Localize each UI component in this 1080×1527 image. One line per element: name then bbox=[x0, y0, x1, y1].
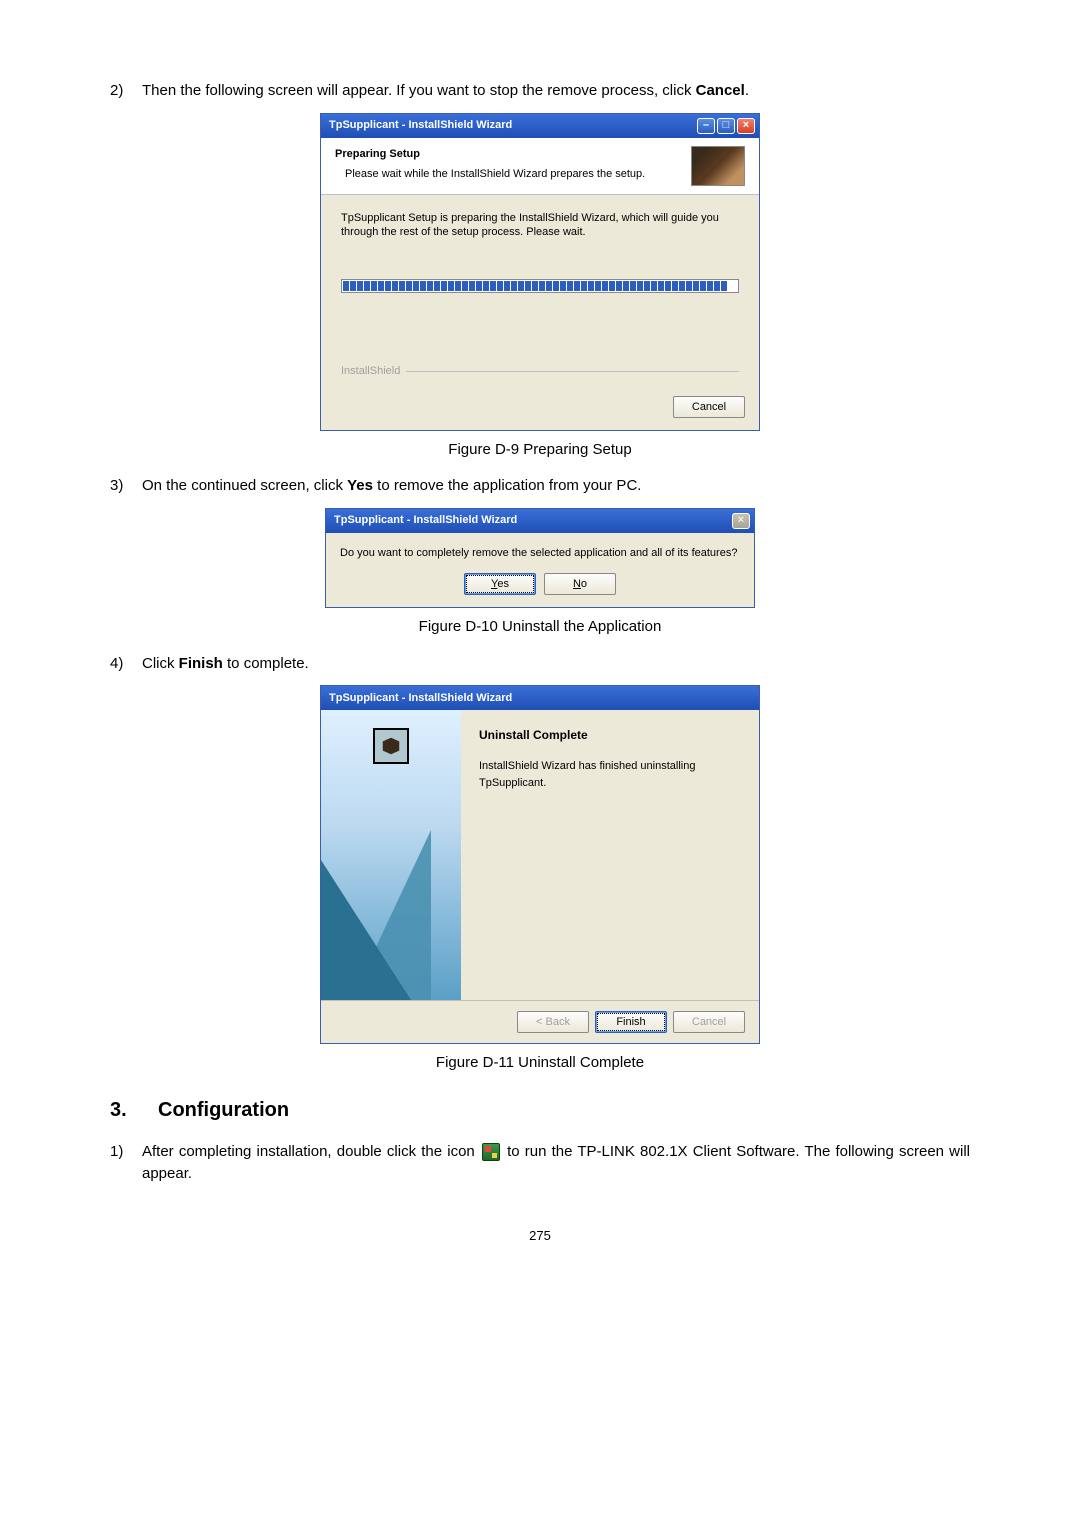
step-4-text: Click Finish to complete. bbox=[142, 653, 970, 676]
progress-bar bbox=[341, 279, 739, 293]
dlg1-titlebar: TpSupplicant - InstallShield Wizard – □ … bbox=[321, 114, 759, 138]
dlg2-title: TpSupplicant - InstallShield Wizard bbox=[334, 512, 517, 529]
dlg1-body-text: TpSupplicant Setup is preparing the Inst… bbox=[341, 211, 739, 240]
package-icon bbox=[373, 728, 409, 764]
step-3: 3) On the continued screen, click Yes to… bbox=[110, 475, 970, 498]
step-2-cancel-word: Cancel bbox=[696, 82, 745, 99]
step-3-text-a: On the continued screen, click bbox=[142, 477, 347, 494]
dialog-uninstall-complete: TpSupplicant - InstallShield Wizard Unin… bbox=[320, 685, 760, 1044]
dlg1-header: Preparing Setup Please wait while the In… bbox=[321, 138, 759, 195]
maximize-icon[interactable]: □ bbox=[717, 118, 735, 134]
divider bbox=[406, 371, 739, 372]
step-3-num: 3) bbox=[110, 475, 142, 498]
cfg-step-1-num: 1) bbox=[110, 1141, 142, 1186]
step-4: 4) Click Finish to complete. bbox=[110, 653, 970, 676]
cfg-step-1-text: After completing installation, double cl… bbox=[142, 1141, 970, 1186]
cfg-step-1: 1) After completing installation, double… bbox=[110, 1141, 970, 1186]
step-4-text-c: to complete. bbox=[223, 655, 309, 672]
page-number: 275 bbox=[110, 1226, 970, 1246]
tplink-client-icon bbox=[482, 1143, 500, 1161]
section-3-title: Configuration bbox=[158, 1099, 289, 1121]
cancel-button: Cancel bbox=[673, 1011, 745, 1033]
dlg1-window-buttons: – □ × bbox=[697, 118, 755, 134]
no-button[interactable]: No bbox=[544, 573, 616, 595]
dlg1-body: TpSupplicant Setup is preparing the Inst… bbox=[321, 195, 759, 388]
step-2-text: Then the following screen will appear. I… bbox=[142, 80, 970, 103]
step-4-num: 4) bbox=[110, 653, 142, 676]
step-4-finish-word: Finish bbox=[179, 655, 223, 672]
dlg1-footer: Cancel bbox=[321, 388, 759, 430]
figure-d9-caption: Figure D-9 Preparing Setup bbox=[110, 439, 970, 462]
dialog-confirm-remove: TpSupplicant - InstallShield Wizard × Do… bbox=[325, 508, 755, 609]
cfg-step-1-text-a: After completing installation, double cl… bbox=[142, 1143, 480, 1160]
dlg2-window-buttons: × bbox=[732, 513, 750, 529]
dlg3-titlebar: TpSupplicant - InstallShield Wizard bbox=[321, 686, 759, 710]
step-2-text-a: Then the following screen will appear. I… bbox=[142, 82, 696, 99]
step-3-text: On the continued screen, click Yes to re… bbox=[142, 475, 970, 498]
dlg1-brand: InstallShield bbox=[341, 363, 400, 380]
dlg3-side-graphic bbox=[321, 710, 461, 1000]
dlg1-heading: Preparing Setup bbox=[335, 146, 691, 163]
minimize-icon[interactable]: – bbox=[697, 118, 715, 134]
dlg2-question: Do you want to completely remove the sel… bbox=[326, 533, 754, 566]
dlg3-content: Uninstall Complete InstallShield Wizard … bbox=[461, 710, 759, 1000]
dlg2-buttons: Yes No bbox=[326, 565, 754, 607]
dlg3-body-text: InstallShield Wizard has finished uninst… bbox=[479, 758, 741, 791]
dialog-preparing-setup: TpSupplicant - InstallShield Wizard – □ … bbox=[320, 113, 760, 431]
step-2-num: 2) bbox=[110, 80, 142, 103]
cancel-button[interactable]: Cancel bbox=[673, 396, 745, 418]
dlg3-footer: < Back Finish Cancel bbox=[321, 1000, 759, 1043]
dlg1-subheading: Please wait while the InstallShield Wiza… bbox=[345, 166, 691, 183]
close-icon[interactable]: × bbox=[737, 118, 755, 134]
figure-d10-caption: Figure D-10 Uninstall the Application bbox=[110, 616, 970, 639]
installer-thumbnail-icon bbox=[691, 146, 745, 186]
finish-button[interactable]: Finish bbox=[595, 1011, 667, 1033]
dlg3-title: TpSupplicant - InstallShield Wizard bbox=[329, 690, 512, 707]
step-3-yes-word: Yes bbox=[347, 477, 373, 494]
dlg1-title: TpSupplicant - InstallShield Wizard bbox=[329, 117, 512, 134]
close-icon[interactable]: × bbox=[732, 513, 750, 529]
step-4-text-a: Click bbox=[142, 655, 179, 672]
dlg2-titlebar: TpSupplicant - InstallShield Wizard × bbox=[326, 509, 754, 533]
section-3-num: 3. bbox=[110, 1095, 158, 1125]
back-button: < Back bbox=[517, 1011, 589, 1033]
dlg1-brand-row: InstallShield bbox=[341, 363, 739, 380]
step-2-text-c: . bbox=[745, 82, 749, 99]
yes-button[interactable]: Yes bbox=[464, 573, 536, 595]
figure-d11-caption: Figure D-11 Uninstall Complete bbox=[110, 1052, 970, 1075]
section-3-heading: 3.Configuration bbox=[110, 1095, 970, 1125]
dlg3-heading: Uninstall Complete bbox=[479, 726, 741, 744]
step-2: 2) Then the following screen will appear… bbox=[110, 80, 970, 103]
dlg3-main: Uninstall Complete InstallShield Wizard … bbox=[321, 710, 759, 1000]
step-3-text-c: to remove the application from your PC. bbox=[373, 477, 641, 494]
